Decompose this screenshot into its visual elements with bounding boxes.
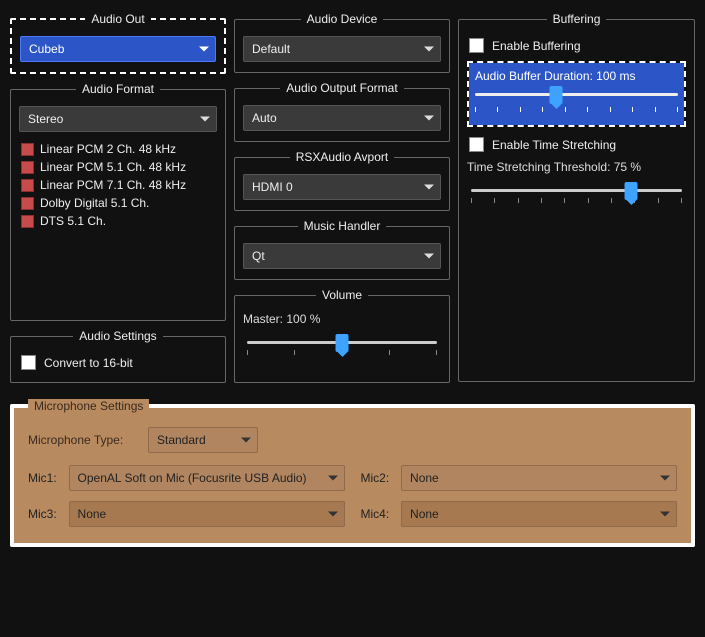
buffer-duration-label: Audio Buffer Duration: 100 ms (475, 69, 678, 83)
square-icon (21, 161, 34, 174)
mic-type-label: Microphone Type: (28, 433, 138, 447)
list-item-label: Linear PCM 5.1 Ch. 48 kHz (40, 160, 186, 174)
list-item-label: Linear PCM 7.1 Ch. 48 kHz (40, 178, 186, 192)
audio-device-legend: Audio Device (301, 12, 384, 26)
microphone-settings-group: Microphone Settings Microphone Type: Sta… (10, 399, 695, 547)
volume-legend: Volume (316, 288, 368, 302)
audio-out-legend: Audio Out (85, 12, 150, 26)
audio-output-format-legend: Audio Output Format (280, 81, 403, 95)
square-icon (21, 179, 34, 192)
convert-16bit-row[interactable]: Convert to 16-bit (19, 353, 217, 372)
slider-thumb[interactable] (550, 86, 563, 104)
audio-format-legend: Audio Format (76, 82, 160, 96)
mic3-label: Mic3: (28, 507, 61, 521)
microphone-settings-legend: Microphone Settings (28, 399, 149, 413)
square-icon (21, 143, 34, 156)
audio-device-value: Default (252, 42, 290, 56)
chevron-down-icon (424, 116, 434, 121)
rsx-avport-group: RSXAudio Avport HDMI 0 (234, 150, 450, 211)
enable-buffering-row[interactable]: Enable Buffering (467, 36, 686, 55)
slider-thumb[interactable] (336, 334, 349, 352)
convert-16bit-label: Convert to 16-bit (44, 356, 133, 370)
audio-device-group: Audio Device Default (234, 12, 450, 73)
buffer-duration-wrap: Audio Buffer Duration: 100 ms (467, 61, 686, 127)
mic2-combo[interactable]: None (401, 465, 677, 491)
square-icon (21, 215, 34, 228)
audio-format-group: Audio Format Stereo Linear PCM 2 Ch. 48 … (10, 82, 226, 321)
list-item-label: Dolby Digital 5.1 Ch. (40, 196, 149, 210)
mic-type-value: Standard (157, 433, 206, 447)
list-item-label: DTS 5.1 Ch. (40, 214, 106, 228)
audio-format-list: Linear PCM 2 Ch. 48 kHz Linear PCM 5.1 C… (19, 140, 217, 230)
audio-format-combo[interactable]: Stereo (19, 106, 217, 132)
chevron-down-icon (424, 47, 434, 52)
chevron-down-icon (424, 185, 434, 190)
chevron-down-icon (241, 438, 251, 443)
chevron-down-icon (328, 512, 338, 517)
checkbox-icon[interactable] (469, 38, 484, 53)
slider-track (471, 189, 682, 192)
list-item[interactable]: DTS 5.1 Ch. (19, 212, 217, 230)
buffer-duration-slider[interactable]: Audio Buffer Duration: 100 ms (469, 63, 684, 125)
slider-ticks (475, 107, 678, 115)
music-handler-group: Music Handler Qt (234, 219, 450, 280)
list-item[interactable]: Dolby Digital 5.1 Ch. (19, 194, 217, 212)
buffering-group: Buffering Enable Buffering Audio Buffer … (458, 12, 695, 382)
chevron-down-icon (660, 476, 670, 481)
audio-settings-group: Audio Settings Convert to 16-bit (10, 329, 226, 383)
volume-group: Volume Master: 100 % (234, 288, 450, 383)
rsx-avport-legend: RSXAudio Avport (290, 150, 395, 164)
chevron-down-icon (199, 47, 209, 52)
square-icon (21, 197, 34, 210)
mic1-value: OpenAL Soft on Mic (Focusrite USB Audio) (78, 471, 307, 485)
audio-out-group: Audio Out Cubeb (10, 12, 226, 74)
mic2-label: Mic2: (361, 471, 394, 485)
audio-out-value: Cubeb (29, 42, 64, 56)
slider-track (475, 93, 678, 96)
list-item-label: Linear PCM 2 Ch. 48 kHz (40, 142, 176, 156)
audio-format-value: Stereo (28, 112, 63, 126)
rsx-avport-combo[interactable]: HDMI 0 (243, 174, 441, 200)
mic4-label: Mic4: (361, 507, 394, 521)
audio-output-format-combo[interactable]: Auto (243, 105, 441, 131)
slider-ticks (471, 198, 682, 206)
enable-stretch-label: Enable Time Stretching (492, 138, 616, 152)
checkbox-icon[interactable] (21, 355, 36, 370)
volume-master-label: Master: 100 % (243, 312, 441, 326)
mic3-combo[interactable]: None (69, 501, 345, 527)
chevron-down-icon (200, 117, 210, 122)
music-handler-value: Qt (252, 249, 265, 263)
list-item[interactable]: Linear PCM 2 Ch. 48 kHz (19, 140, 217, 158)
checkbox-icon[interactable] (469, 137, 484, 152)
mic1-combo[interactable]: OpenAL Soft on Mic (Focusrite USB Audio) (69, 465, 345, 491)
slider-thumb[interactable] (625, 182, 638, 200)
music-handler-combo[interactable]: Qt (243, 243, 441, 269)
stretch-thresh-slider[interactable] (467, 178, 686, 206)
list-item[interactable]: Linear PCM 7.1 Ch. 48 kHz (19, 176, 217, 194)
mic4-combo[interactable]: None (401, 501, 677, 527)
buffering-legend: Buffering (547, 12, 607, 26)
volume-slider[interactable] (243, 330, 441, 358)
mic4-value: None (410, 507, 439, 521)
mic-type-combo[interactable]: Standard (148, 427, 258, 453)
mic1-label: Mic1: (28, 471, 61, 485)
audio-output-format-value: Auto (252, 111, 277, 125)
audio-output-format-group: Audio Output Format Auto (234, 81, 450, 142)
audio-device-combo[interactable]: Default (243, 36, 441, 62)
enable-stretch-row[interactable]: Enable Time Stretching (467, 135, 686, 154)
enable-buffering-label: Enable Buffering (492, 39, 581, 53)
music-handler-legend: Music Handler (298, 219, 387, 233)
stretch-thresh-label: Time Stretching Threshold: 75 % (467, 160, 686, 174)
mic2-value: None (410, 471, 439, 485)
rsx-avport-value: HDMI 0 (252, 180, 293, 194)
audio-settings-legend: Audio Settings (73, 329, 162, 343)
chevron-down-icon (660, 512, 670, 517)
audio-out-combo[interactable]: Cubeb (20, 36, 216, 62)
chevron-down-icon (424, 254, 434, 259)
list-item[interactable]: Linear PCM 5.1 Ch. 48 kHz (19, 158, 217, 176)
mic3-value: None (78, 507, 107, 521)
chevron-down-icon (328, 476, 338, 481)
